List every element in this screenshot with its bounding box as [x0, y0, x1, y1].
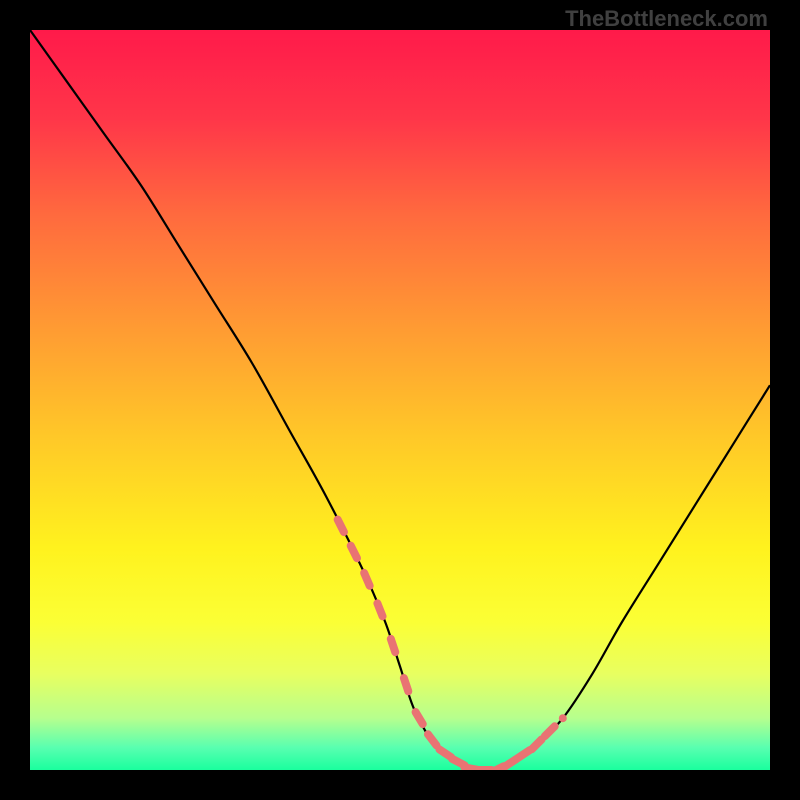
- watermark-label: TheBottleneck.com: [565, 6, 768, 32]
- chart-curve: [30, 30, 770, 770]
- chart-frame: [30, 30, 770, 770]
